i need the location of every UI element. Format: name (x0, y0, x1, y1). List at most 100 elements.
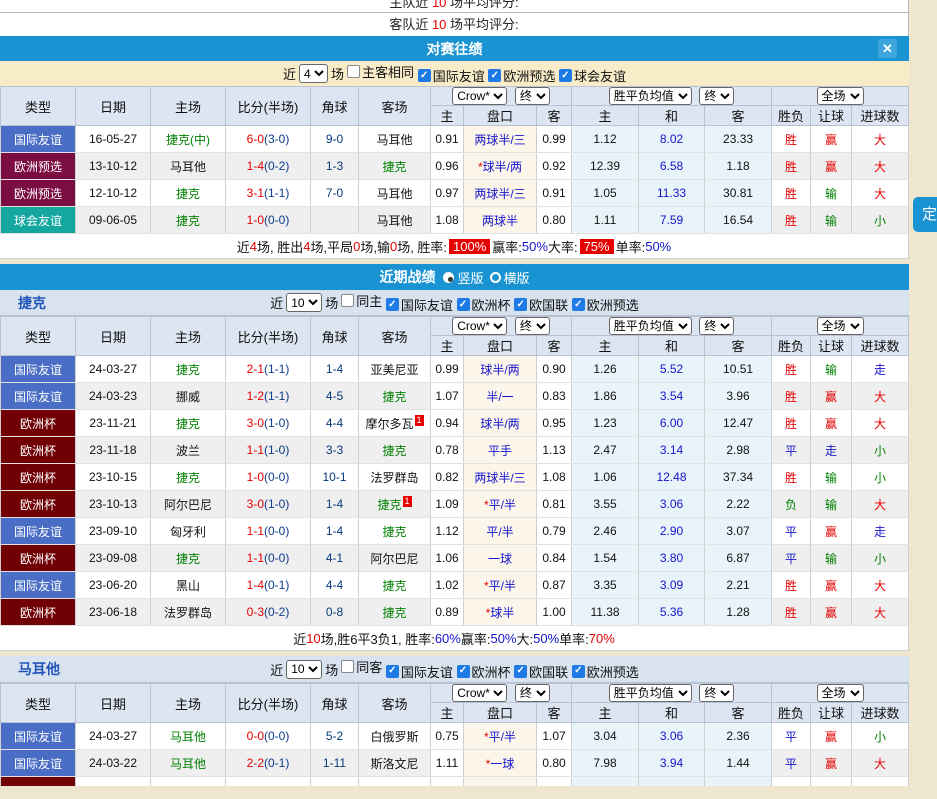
result-winlose: 胜 (772, 180, 811, 207)
vertical-radio[interactable] (443, 272, 454, 283)
side-pin-button[interactable]: 定 (913, 197, 937, 232)
avg-away-odds: 2.21 (705, 572, 772, 599)
summary-segment: 赢率: (492, 237, 522, 256)
score-halftime: 1-1(0-0) (226, 518, 311, 545)
handicap-away-odds: 0.91 (537, 180, 572, 207)
h2h-near-count-select[interactable]: 4 (299, 64, 328, 83)
close-icon[interactable]: ✕ (878, 39, 897, 58)
filter-checkbox[interactable]: ✓ 同客 (341, 657, 382, 676)
period-select[interactable]: 全场 (817, 684, 864, 702)
bookmaker-select[interactable]: Crow* (452, 684, 507, 702)
avg-time-select[interactable]: 终 (699, 317, 734, 335)
col-score: 比分(半场) (226, 684, 311, 723)
avg-time-select[interactable]: 终 (699, 87, 734, 105)
checkbox-icon[interactable]: ✓ (514, 665, 527, 678)
avg-odds-select[interactable]: 胜平负均值 (609, 684, 692, 702)
handicap-group-header: Crow* 终 (431, 684, 572, 703)
match-row: 欧洲预选 12-10-12 捷克 3-1(1-1) 7-0 马耳他 0.97 两… (1, 180, 909, 207)
filter-checkbox[interactable]: ✓ 欧洲预选 (572, 295, 639, 314)
filter-checkbox[interactable]: ✓ 欧国联 (514, 295, 568, 314)
avg-home-odds: 3.04 (572, 723, 639, 750)
filter-checkbox[interactable]: ✓ 球会友谊 (559, 66, 626, 85)
corner-score: 4-5 (311, 383, 359, 410)
checkbox-icon[interactable]: ✓ (341, 660, 354, 673)
avg-home-odds: 1.05 (572, 180, 639, 207)
horizontal-radio[interactable] (490, 272, 501, 283)
filter-checkbox[interactable]: ✓ 欧洲预选 (488, 66, 555, 85)
home-team: 捷克 (151, 356, 226, 383)
result-goals: 大 (852, 750, 909, 777)
checkbox-icon[interactable]: ✓ (457, 298, 470, 311)
avg-time-select[interactable]: 终 (699, 684, 734, 702)
match-type-badge: 球会友谊 (1, 207, 76, 234)
malta-section-label: 马耳他 (18, 659, 60, 679)
filter-checkbox[interactable]: ✓ 欧洲杯 (457, 662, 511, 681)
col-avg-home: 主 (572, 336, 639, 356)
h2h-filter-row: 近 4 场 ✓ 主客相同 ✓ 国际友谊 ✓ 欧洲预选 ✓ 球会友谊 (0, 61, 909, 86)
score-halftime: 2-2(0-1) (226, 750, 311, 777)
result-handicap: 输 (811, 491, 852, 518)
bookmaker-select[interactable]: Crow* (452, 317, 507, 335)
handicap-away-odds: 0.99 (537, 126, 572, 153)
check-icon: ✓ (420, 71, 428, 81)
filter-checkbox[interactable]: ✓ 欧洲杯 (457, 295, 511, 314)
avg-home-odds: 2.47 (572, 437, 639, 464)
checkbox-icon[interactable]: ✓ (488, 69, 501, 82)
match-row: 欧洲杯 23-11-18 波兰 1-1(1-0) 3-3 捷克 0.78 平手 … (1, 437, 909, 464)
czech-near-count-select[interactable]: 10 (286, 293, 322, 312)
filter-checkbox[interactable]: ✓ 国际友谊 (386, 662, 453, 681)
checkbox-icon[interactable]: ✓ (418, 69, 431, 82)
match-date: 24-03-27 (76, 723, 151, 750)
malta-near-count-select[interactable]: 10 (286, 660, 322, 679)
avg-away-odds: 2.22 (705, 491, 772, 518)
checkbox-icon[interactable]: ✓ (347, 65, 360, 78)
checkbox-icon[interactable]: ✓ (386, 298, 399, 311)
avg-odds-select[interactable]: 胜平负均值 (609, 87, 692, 105)
avg-odds-select[interactable]: 胜平负均值 (609, 317, 692, 335)
col-home: 主场 (151, 317, 226, 356)
home-team: 捷克 (151, 464, 226, 491)
filter-checkbox[interactable]: ✓ 国际友谊 (386, 295, 453, 314)
col-date: 日期 (76, 684, 151, 723)
away-team: 马耳他 (359, 126, 431, 153)
checkbox-icon[interactable]: ✓ (386, 665, 399, 678)
avg-away-odds: 30.81 (705, 180, 772, 207)
handicap-time-select[interactable]: 终 (515, 87, 550, 105)
checkbox-icon[interactable]: ✓ (457, 665, 470, 678)
period-select[interactable]: 全场 (817, 87, 864, 105)
handicap-away-odds: 0.81 (537, 491, 572, 518)
col-handicap-line: 盘口 (464, 703, 537, 723)
checkbox-icon[interactable]: ✓ (341, 294, 354, 307)
avg-draw-odds: 12.48 (639, 464, 705, 491)
checkbox-icon[interactable]: ✓ (559, 69, 572, 82)
checkbox-icon[interactable]: ✓ (514, 298, 527, 311)
avg-draw-odds: 11.33 (639, 180, 705, 207)
summary-segment: 场平均评分: (450, 0, 519, 10)
away-team: 马耳他 (359, 180, 431, 207)
col-handicap-away: 客 (537, 336, 572, 356)
filter-checkbox[interactable]: ✓ 欧洲预选 (572, 662, 639, 681)
checkbox-icon[interactable]: ✓ (572, 665, 585, 678)
col-away: 客场 (359, 317, 431, 356)
summary-segment: 0 (353, 239, 360, 254)
handicap-time-select[interactable]: 终 (515, 317, 550, 335)
period-select[interactable]: 全场 (817, 317, 864, 335)
col-corner: 角球 (311, 87, 359, 126)
result-handicap: 赢 (811, 410, 852, 437)
checkbox-icon[interactable]: ✓ (572, 298, 585, 311)
avg-away-odds: 2.36 (705, 723, 772, 750)
handicap-line: *球半/两 (464, 153, 537, 180)
filter-checkbox[interactable]: ✓ 主客相同 (347, 62, 414, 81)
home-team: 阿尔巴尼 (151, 491, 226, 518)
filter-checkbox[interactable]: ✓ 国际友谊 (418, 66, 485, 85)
handicap-time-select[interactable]: 终 (515, 684, 550, 702)
avg-group-header: 胜平负均值 终 (572, 684, 772, 703)
handicap-away-odds: 0.92 (537, 153, 572, 180)
away-avg-rating-row: 客队近 10 场平均评分: (0, 13, 909, 36)
match-date: 09-06-05 (76, 207, 151, 234)
bookmaker-select[interactable]: Crow* (452, 87, 507, 105)
handicap-home-odds: 1.09 (431, 491, 464, 518)
filter-checkbox[interactable]: ✓ 同主 (341, 291, 382, 310)
filter-checkbox[interactable]: ✓ 欧国联 (514, 662, 568, 681)
handicap-away-odds: 1.07 (537, 723, 572, 750)
